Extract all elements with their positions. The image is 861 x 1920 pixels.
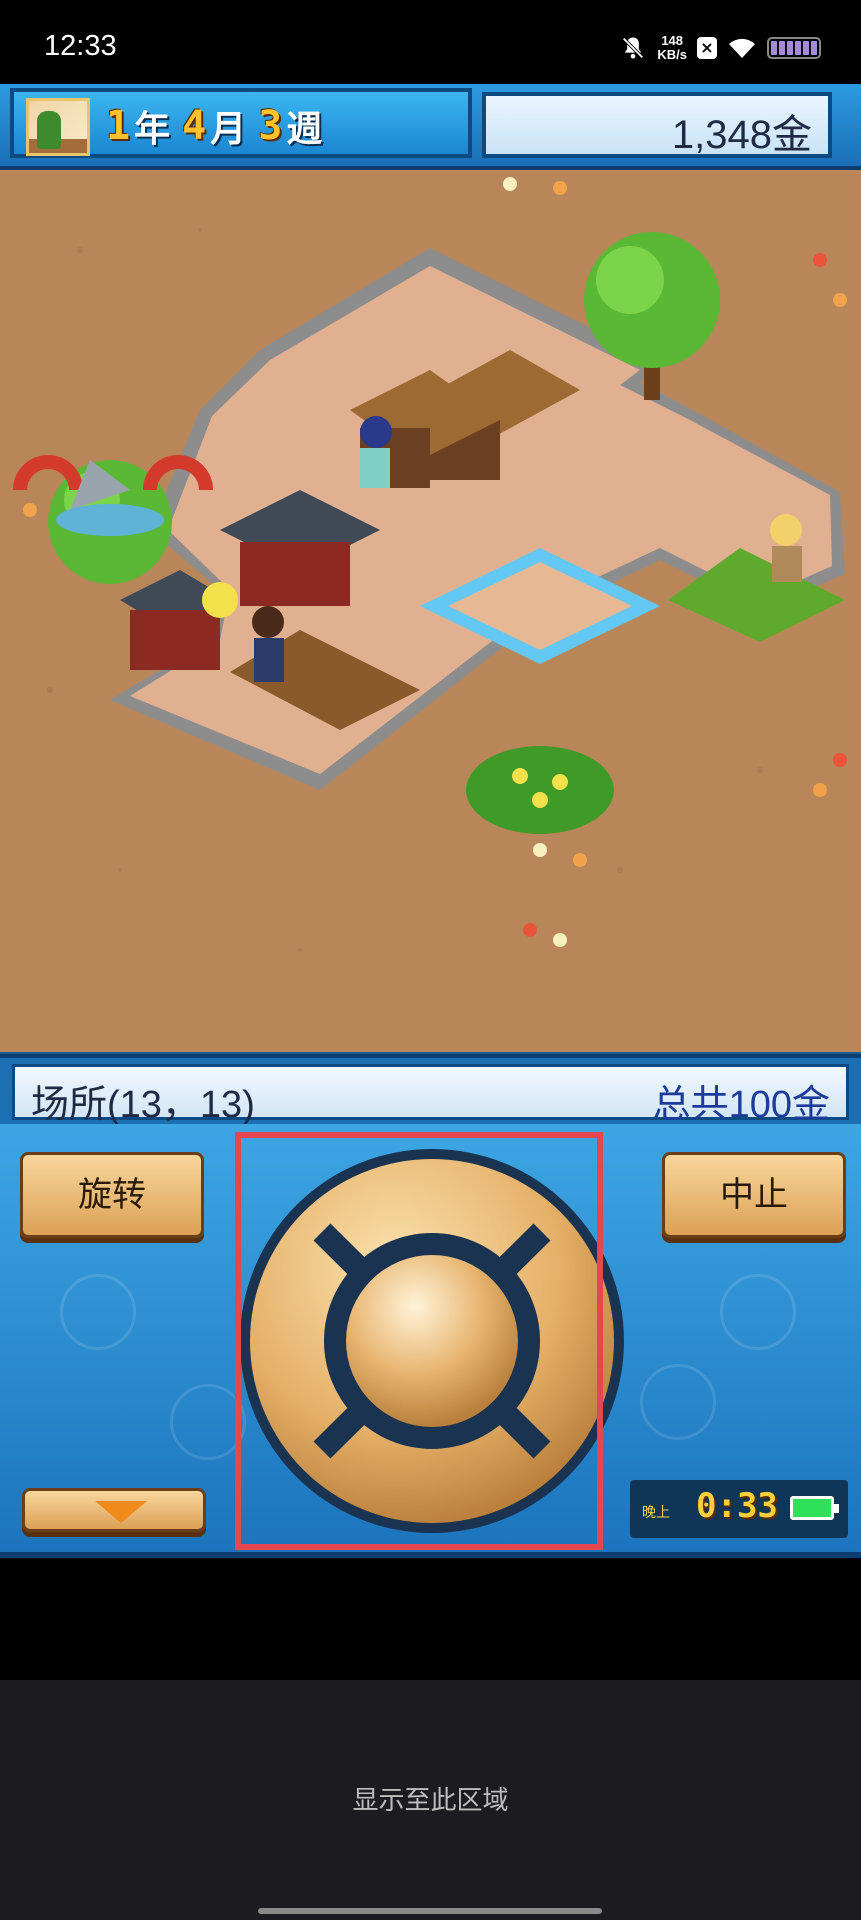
landscape-thumbnail-icon[interactable] bbox=[26, 98, 90, 156]
total-cost-text: 总共100金 bbox=[652, 1084, 830, 1126]
stone-plaza bbox=[110, 248, 845, 790]
month-unit: 月 bbox=[210, 109, 247, 150]
close-badge-icon: × bbox=[697, 37, 717, 59]
clock-time: 0:33 bbox=[696, 1486, 778, 1526]
info-bar: 场所(13，13) 总共100金 bbox=[0, 1054, 861, 1126]
year-unit: 年 bbox=[134, 109, 171, 150]
network-speed-value: 148 bbox=[661, 33, 684, 48]
farmer-character[interactable] bbox=[770, 514, 802, 582]
collapse-button[interactable] bbox=[22, 1488, 206, 1532]
game-map[interactable] bbox=[0, 170, 861, 1052]
battery-full-icon bbox=[790, 1496, 839, 1520]
date-panel: 1 年 4 月 3 週 bbox=[10, 88, 472, 158]
status-time: 12:33 bbox=[44, 30, 117, 62]
top-bar: 1 年 4 月 3 週 1,348金 bbox=[0, 84, 861, 170]
coin-pattern-icon bbox=[640, 1364, 716, 1440]
week-value: 3 bbox=[258, 103, 283, 149]
network-speed-unit: KB/s bbox=[657, 47, 687, 62]
game-clock: 晚上 0:33 bbox=[630, 1480, 848, 1538]
villager-character[interactable] bbox=[360, 416, 392, 488]
stop-button[interactable]: 中止 bbox=[662, 1152, 846, 1238]
money-value: 1,348金 bbox=[671, 113, 812, 157]
game-date: 1 年 4 月 3 週 bbox=[106, 100, 330, 152]
bush bbox=[466, 746, 614, 834]
villager-character[interactable] bbox=[252, 606, 284, 682]
month-value: 4 bbox=[182, 103, 207, 149]
mute-bell-icon bbox=[622, 37, 644, 59]
rotate-button[interactable]: 旋转 bbox=[20, 1152, 204, 1238]
bottom-area: 显示至此区域 bbox=[0, 1680, 861, 1920]
battery-icon bbox=[767, 37, 821, 59]
isometric-map[interactable] bbox=[0, 170, 861, 1052]
week-unit: 週 bbox=[286, 109, 323, 150]
year-value: 1 bbox=[106, 103, 131, 149]
status-bar: 12:33 148 KB/s × bbox=[0, 0, 861, 84]
location-text: 场所(13，13) bbox=[31, 1084, 255, 1126]
coin-pattern-icon bbox=[60, 1274, 136, 1350]
info-panel: 场所(13，13) 总共100金 bbox=[12, 1064, 849, 1126]
clock-period: 晚上 bbox=[642, 1505, 670, 1521]
down-triangle-icon bbox=[95, 1501, 147, 1523]
money-display: 1,348金 bbox=[482, 92, 832, 158]
network-speed: 148 KB/s bbox=[657, 34, 687, 62]
status-icons: 148 KB/s × bbox=[619, 28, 821, 68]
coin-pattern-icon bbox=[720, 1274, 796, 1350]
display-region-text: 显示至此区域 bbox=[352, 1786, 509, 1816]
home-indicator[interactable] bbox=[258, 1908, 602, 1914]
wifi-icon bbox=[729, 38, 755, 58]
highlight-box bbox=[235, 1132, 603, 1550]
